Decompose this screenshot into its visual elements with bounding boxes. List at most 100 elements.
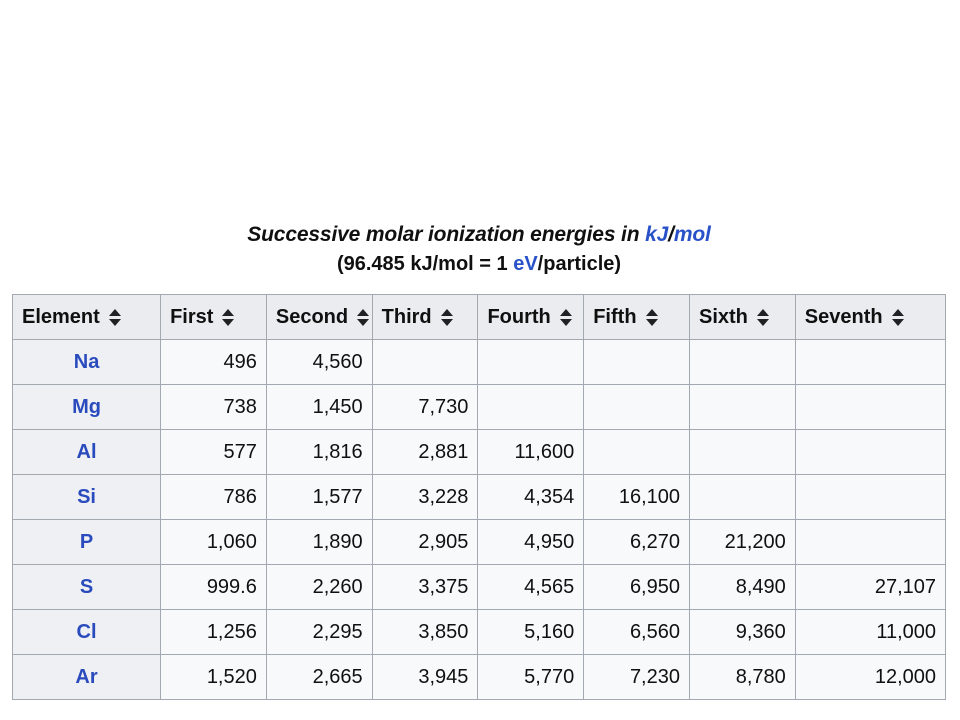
cell-first-ionization-energy: 496 xyxy=(160,339,267,385)
column-header-label: Second xyxy=(275,305,349,328)
cell-fourth-ionization-energy: 11,600 xyxy=(477,429,585,475)
column-header-fourth[interactable]: Fourth xyxy=(477,294,585,340)
cell-third-ionization-energy xyxy=(371,339,479,385)
cell-sixth-ionization-energy xyxy=(689,474,796,520)
cell-third-ionization-energy: 2,905 xyxy=(371,519,479,565)
cell-seventh-ionization-energy xyxy=(794,429,947,475)
link-mole[interactable]: mol xyxy=(674,223,711,246)
column-header-label: Seventh xyxy=(804,305,883,328)
page-root: Successive molar ionization energies in … xyxy=(0,0,960,720)
cell-fourth-ionization-energy: 5,160 xyxy=(477,609,585,655)
cell-fourth-ionization-energy: 4,354 xyxy=(477,474,585,520)
cell-sixth-ionization-energy xyxy=(689,384,796,430)
cell-first-ionization-energy: 999.6 xyxy=(160,564,267,610)
cell-fourth-ionization-energy: 4,950 xyxy=(477,519,585,565)
column-header-element[interactable]: Element xyxy=(11,294,162,340)
cell-third-ionization-energy: 3,228 xyxy=(371,474,479,520)
cell-sixth-ionization-energy: 21,200 xyxy=(689,519,796,565)
cell-third-ionization-energy: 2,881 xyxy=(371,429,479,475)
cell-third-ionization-energy: 3,945 xyxy=(371,654,479,700)
cell-fifth-ionization-energy: 6,560 xyxy=(583,609,690,655)
cell-fourth-ionization-energy: 5,770 xyxy=(477,654,585,700)
cell-element-symbol[interactable]: Si xyxy=(11,474,162,520)
column-header-label: Element xyxy=(22,305,100,328)
table-body: Na 496 4,560 Mg 738 1,450 7,730 Al 577 1,816 2,881… xyxy=(11,339,947,700)
table-row: P 1,060 1,890 2,905 4,950 6,270 21,200 xyxy=(11,519,947,565)
ionization-energies-table: Element First Second Third Fourth Fifth … xyxy=(11,294,947,700)
table-row: Mg 738 1,450 7,730 xyxy=(11,384,947,430)
sort-updown-icon[interactable] xyxy=(756,308,769,326)
sort-updown-icon[interactable] xyxy=(440,308,453,326)
table-header-row: Element First Second Third Fourth Fifth … xyxy=(11,294,947,340)
table-row: Cl 1,256 2,295 3,850 5,160 6,560 9,360 11,000 xyxy=(11,609,947,655)
cell-second-ionization-energy: 1,816 xyxy=(265,429,373,475)
link-electronvolt[interactable]: eV xyxy=(513,253,537,275)
cell-fifth-ionization-energy xyxy=(583,429,690,475)
cell-fourth-ionization-energy: 4,565 xyxy=(477,564,585,610)
cell-sixth-ionization-energy: 9,360 xyxy=(689,609,796,655)
cell-second-ionization-energy: 2,295 xyxy=(265,609,373,655)
caption-conversion-suffix: /particle) xyxy=(537,252,622,275)
cell-third-ionization-energy: 7,730 xyxy=(371,384,479,430)
table-row: Si 786 1,577 3,228 4,354 16,100 xyxy=(11,474,947,520)
table-row: Na 496 4,560 xyxy=(11,339,947,385)
cell-third-ionization-energy: 3,375 xyxy=(371,564,479,610)
sort-updown-icon[interactable] xyxy=(357,308,370,326)
cell-element-symbol[interactable]: Na xyxy=(11,339,162,385)
column-header-fifth[interactable]: Fifth xyxy=(583,294,690,340)
sort-updown-icon[interactable] xyxy=(645,308,658,326)
cell-element-symbol[interactable]: Al xyxy=(11,429,162,475)
column-header-label: Third xyxy=(381,305,432,328)
column-header-label: Fifth xyxy=(593,305,637,328)
cell-fifth-ionization-energy xyxy=(583,384,690,430)
sort-updown-icon[interactable] xyxy=(222,308,235,326)
table-caption: Successive molar ionization energies in … xyxy=(12,223,946,276)
cell-fourth-ionization-energy xyxy=(477,384,585,430)
cell-first-ionization-energy: 786 xyxy=(160,474,267,520)
cell-element-symbol[interactable]: P xyxy=(11,519,162,565)
cell-fifth-ionization-energy: 7,230 xyxy=(583,654,690,700)
cell-second-ionization-energy: 2,260 xyxy=(265,564,373,610)
cell-third-ionization-energy: 3,850 xyxy=(371,609,479,655)
cell-seventh-ionization-energy xyxy=(794,339,947,385)
column-header-label: First xyxy=(170,305,214,328)
cell-first-ionization-energy: 577 xyxy=(160,429,267,475)
column-header-sixth[interactable]: Sixth xyxy=(689,294,796,340)
cell-second-ionization-energy: 1,577 xyxy=(265,474,373,520)
table-row: Al 577 1,816 2,881 11,600 xyxy=(11,429,947,475)
cell-element-symbol[interactable]: S xyxy=(11,564,162,610)
table-row: S 999.6 2,260 3,375 4,565 6,950 8,490 27,107 xyxy=(11,564,947,610)
cell-first-ionization-energy: 1,060 xyxy=(160,519,267,565)
cell-first-ionization-energy: 1,520 xyxy=(160,654,267,700)
cell-element-symbol[interactable]: Mg xyxy=(11,384,162,430)
column-header-label: Fourth xyxy=(487,305,551,328)
table-row: Ar 1,520 2,665 3,945 5,770 7,230 8,780 12,000 xyxy=(11,654,947,700)
cell-seventh-ionization-energy: 27,107 xyxy=(794,564,947,610)
cell-first-ionization-energy: 1,256 xyxy=(160,609,267,655)
column-header-third[interactable]: Third xyxy=(371,294,479,340)
column-header-label: Sixth xyxy=(699,305,748,328)
cell-sixth-ionization-energy xyxy=(689,339,796,385)
cell-element-symbol[interactable]: Cl xyxy=(11,609,162,655)
link-kilojoule[interactable]: kJ xyxy=(645,223,668,246)
cell-fourth-ionization-energy xyxy=(477,339,585,385)
cell-second-ionization-energy: 1,890 xyxy=(265,519,373,565)
caption-conversion-prefix: (96.485 kJ/mol = 1 xyxy=(336,252,514,275)
caption-line-primary: Successive molar ionization energies in … xyxy=(12,223,946,248)
cell-fifth-ionization-energy xyxy=(583,339,690,385)
cell-seventh-ionization-energy: 12,000 xyxy=(794,654,947,700)
sort-updown-icon[interactable] xyxy=(108,308,121,326)
cell-sixth-ionization-energy xyxy=(689,429,796,475)
caption-text-prefix: Successive molar ionization energies in xyxy=(247,223,646,246)
cell-seventh-ionization-energy xyxy=(794,519,947,565)
cell-element-symbol[interactable]: Ar xyxy=(11,654,162,700)
cell-second-ionization-energy: 1,450 xyxy=(265,384,373,430)
column-header-first[interactable]: First xyxy=(160,294,267,340)
column-header-seventh[interactable]: Seventh xyxy=(794,294,947,340)
sort-updown-icon[interactable] xyxy=(891,308,904,326)
sort-updown-icon[interactable] xyxy=(559,308,572,326)
column-header-second[interactable]: Second xyxy=(265,294,373,340)
cell-fifth-ionization-energy: 6,950 xyxy=(583,564,690,610)
cell-fifth-ionization-energy: 6,270 xyxy=(583,519,690,565)
caption-line-secondary: (96.485 kJ/mol = 1 eV/particle) xyxy=(12,253,946,277)
